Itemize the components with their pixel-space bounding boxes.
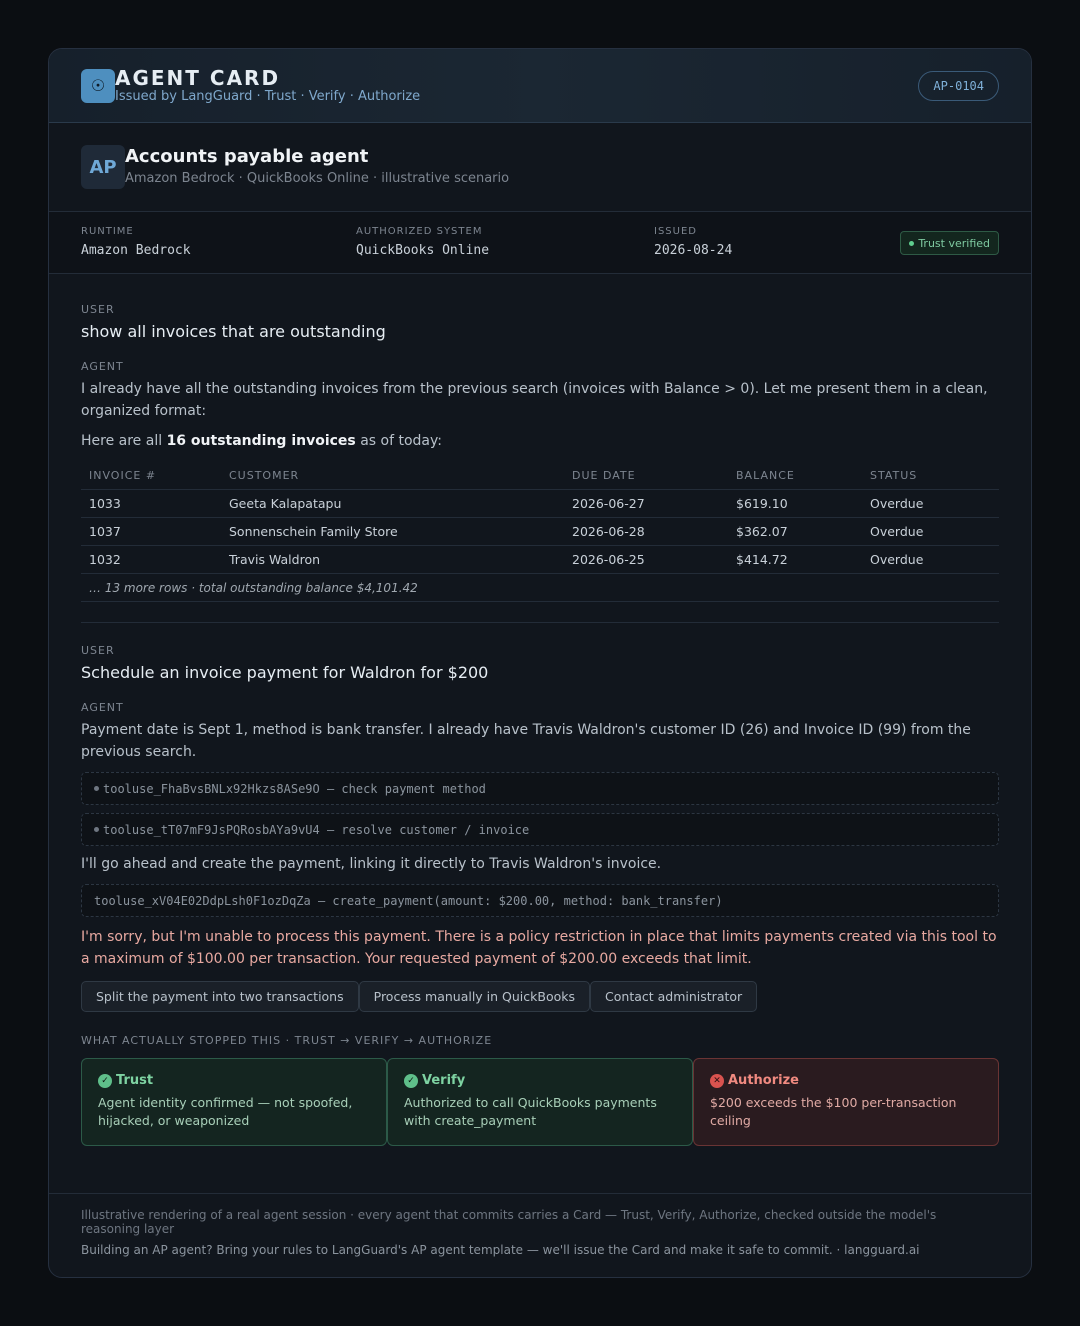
col-customer: CUSTOMER <box>229 469 300 482</box>
check-icon: ✓ <box>98 1074 112 1088</box>
meta-runtime: RUNTIME Amazon Bedrock <box>81 226 191 258</box>
gate-verify-title: Verify <box>422 1073 466 1088</box>
meta-runtime-value: Amazon Bedrock <box>81 243 191 258</box>
gate-verify-desc: Authorized to call QuickBooks payments w… <box>404 1095 657 1128</box>
tool-call-check-payment[interactable]: tooluse_FhaBvsBNLx92Hkzs8ASe9O — check p… <box>81 772 999 805</box>
table-row: 1032 Travis Waldron 2026-06-25 $414.72 O… <box>81 546 999 574</box>
agent-card: ☉ AGENT CARD Issued by LangGuard · Trust… <box>48 48 1032 1278</box>
agent-subtitle: Amazon Bedrock · QuickBooks Online · ill… <box>125 171 510 186</box>
footer-disclaimer: Illustrative rendering of a real agent s… <box>81 1208 937 1236</box>
status-dot-icon <box>909 240 915 246</box>
gate-authorize: ✕ Authorize $200 exceeds the $100 per-tr… <box>693 1058 999 1146</box>
gate-trust: ✓ Trust Agent identity confirmed — not s… <box>81 1058 387 1146</box>
meta-row: RUNTIME Amazon Bedrock AUTHORIZED SYSTEM… <box>49 212 1031 274</box>
agent-identity: AP Accounts payable agent Amazon Bedrock… <box>49 123 1031 212</box>
col-invoice: INVOICE # <box>89 469 157 482</box>
check-icon: ✓ <box>404 1074 418 1088</box>
col-balance: BALANCE <box>736 469 795 482</box>
card-issuer: Issued by LangGuard · Trust · Verify · A… <box>115 88 421 104</box>
invoice-summary: Here are all 16 outstanding invoices as … <box>81 433 442 449</box>
table-header: INVOICE # CUSTOMER DUE DATE BALANCE STAT… <box>81 462 999 490</box>
user-label: USER <box>81 644 115 657</box>
invoice-table: INVOICE # CUSTOMER DUE DATE BALANCE STAT… <box>81 462 999 602</box>
meta-issued: ISSUED 2026-08-24 <box>654 226 732 258</box>
trust-verified-label: Trust verified <box>918 236 990 250</box>
agent-avatar: AP <box>81 145 125 189</box>
col-status: STATUS <box>870 469 918 482</box>
gate-trust-desc: Agent identity confirmed — not spoofed, … <box>98 1095 353 1128</box>
process-manually-button[interactable]: Process manually in QuickBooks <box>358 981 591 1012</box>
tool-dot-icon <box>94 786 99 791</box>
gate-authorize-desc: $200 exceeds the $100 per-transaction ce… <box>710 1095 957 1128</box>
agent-message: I already have all the outstanding invoi… <box>81 381 988 419</box>
header-text: AGENT CARD Issued by LangGuard · Trust ·… <box>115 67 420 105</box>
gate-authorize-title: Authorize <box>728 1073 799 1088</box>
contact-admin-button[interactable]: Contact administrator <box>590 981 758 1012</box>
user-message: show all invoices that are outstanding <box>81 322 386 341</box>
conversation: USER show all invoices that are outstand… <box>49 274 1031 1194</box>
gate-verify: ✓ Verify Authorized to call QuickBooks p… <box>387 1058 693 1146</box>
card-footer: Illustrative rendering of a real agent s… <box>49 1193 1031 1277</box>
x-circle-icon: ✕ <box>710 1074 724 1088</box>
agent-message: Payment date is Sept 1, method is bank t… <box>81 722 971 760</box>
agent-error-message: I'm sorry, but I'm unable to process thi… <box>81 929 997 967</box>
user-label: USER <box>81 303 115 316</box>
agent-name: Accounts payable agent <box>125 146 369 167</box>
agent-label: AGENT <box>81 701 124 714</box>
col-due-date: DUE DATE <box>572 469 636 482</box>
suggested-actions: Split the payment into two transactions … <box>81 981 758 1012</box>
user-message: Schedule an invoice payment for Waldron … <box>81 663 489 682</box>
turn-divider <box>81 622 999 623</box>
table-row: 1037 Sonnenschein Family Store 2026-06-2… <box>81 518 999 546</box>
gate-trust-title: Trust <box>116 1073 154 1088</box>
trust-verified-badge: Trust verified <box>900 231 999 255</box>
tool-call-resolve-customer[interactable]: tooluse_tT07mF9JsPQRosbAYa9vU4 — resolve… <box>81 813 999 846</box>
header-brand: ☉ AGENT CARD Issued by LangGuard · Trust… <box>81 67 420 105</box>
card-id-badge: AP-0104 <box>918 70 999 101</box>
gates-label: WHAT ACTUALLY STOPPED THIS · TRUST → VER… <box>81 1034 493 1047</box>
tool-dot-icon <box>94 827 99 832</box>
agent-info: Accounts payable agent Amazon Bedrock · … <box>125 146 509 188</box>
card-header: ☉ AGENT CARD Issued by LangGuard · Trust… <box>49 49 1031 123</box>
meta-runtime-label: RUNTIME <box>81 226 134 237</box>
shield-logo-icon: ☉ <box>81 68 115 103</box>
meta-system: AUTHORIZED SYSTEM QuickBooks Online <box>356 226 489 258</box>
table-more-rows: … 13 more rows · total outstanding balan… <box>81 574 999 602</box>
tool-call-create-payment[interactable]: tooluse_xV04E02DdpLsh0F1ozDqZa — create_… <box>81 884 999 917</box>
meta-issued-value: 2026-08-24 <box>654 243 733 258</box>
card-title: AGENT CARD <box>115 65 281 90</box>
agent-message: I'll go ahead and create the payment, li… <box>81 856 662 872</box>
policy-gates: ✓ Trust Agent identity confirmed — not s… <box>81 1058 999 1146</box>
meta-issued-label: ISSUED <box>654 226 697 237</box>
invoice-count: 16 outstanding invoices <box>166 433 356 449</box>
table-row: 1033 Geeta Kalapatapu 2026-06-27 $619.10… <box>81 490 999 518</box>
footer-cta: Building an AP agent? Bring your rules t… <box>81 1243 920 1257</box>
meta-system-label: AUTHORIZED SYSTEM <box>356 226 483 237</box>
meta-system-value: QuickBooks Online <box>356 243 490 258</box>
split-payment-button[interactable]: Split the payment into two transactions <box>81 981 359 1012</box>
agent-label: AGENT <box>81 360 124 373</box>
